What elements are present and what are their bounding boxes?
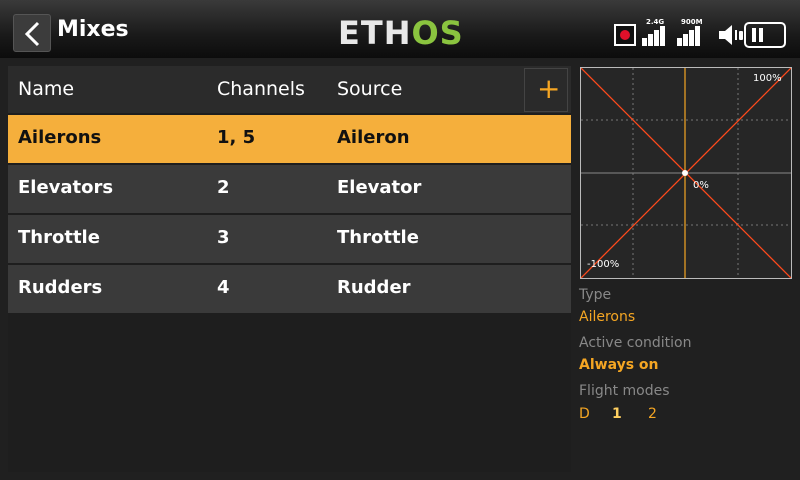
page-title: Mixes	[57, 17, 129, 42]
row-source: Aileron	[337, 127, 410, 148]
type-value: Ailerons	[579, 309, 636, 325]
ethos-logo: ETHOS	[338, 14, 464, 52]
row-source: Rudder	[337, 277, 411, 298]
flight-modes-label: Flight modes	[579, 383, 670, 399]
battery-icon	[739, 22, 786, 48]
signal-900m-label: 900M	[681, 18, 703, 26]
row-name: Throttle	[18, 227, 100, 248]
flight-mode-1: 1	[612, 406, 622, 422]
graph-min-label: -100%	[587, 259, 620, 270]
row-channels: 1, 5	[217, 127, 256, 148]
column-header-channels: Channels	[217, 78, 305, 100]
table-header: Name Channels Source +	[8, 66, 571, 113]
chevron-left-icon	[24, 21, 40, 47]
signal-2-4g-label: 2.4G	[646, 18, 665, 26]
row-source: Throttle	[337, 227, 419, 248]
record-icon[interactable]	[614, 24, 636, 46]
flight-mode-d: D	[579, 406, 590, 422]
signal-900m-icon: 900M	[677, 18, 707, 46]
plus-icon: +	[537, 72, 561, 105]
mix-curve-svg	[581, 68, 791, 278]
table-row-throttle[interactable]: Throttle 3 Throttle	[8, 215, 571, 263]
graph-center-label: 0%	[693, 180, 709, 191]
table-row-elevators[interactable]: Elevators 2 Elevator	[8, 165, 571, 213]
column-header-source: Source	[337, 78, 403, 100]
column-header-name: Name	[18, 78, 75, 100]
row-channels: 4	[217, 277, 230, 298]
row-channels: 2	[217, 177, 230, 198]
row-source: Elevator	[337, 177, 422, 198]
row-name: Rudders	[18, 277, 103, 298]
row-name: Ailerons	[18, 127, 102, 148]
top-bar: Mixes ETHOS 2.4G 900M	[0, 0, 800, 58]
active-condition-label: Active condition	[579, 335, 692, 351]
table-row-rudders[interactable]: Rudders 4 Rudder	[8, 265, 571, 313]
add-mix-button[interactable]: +	[524, 68, 568, 112]
signal-2-4g-icon: 2.4G	[642, 18, 672, 46]
table-row-ailerons[interactable]: Ailerons 1, 5 Aileron	[8, 115, 571, 163]
mix-curve-graph: 100% 0% -100%	[580, 67, 792, 279]
row-channels: 3	[217, 227, 230, 248]
back-button[interactable]	[13, 14, 51, 52]
logo-main-text: ETH	[338, 14, 412, 52]
graph-max-label: 100%	[753, 73, 782, 84]
row-name: Elevators	[18, 177, 114, 198]
active-condition-value: Always on	[579, 357, 659, 373]
type-label: Type	[579, 287, 612, 303]
flight-mode-2: 2	[648, 406, 657, 422]
mixes-table: Name Channels Source + Ailerons 1, 5 Ail…	[8, 66, 571, 472]
logo-accent-text: OS	[411, 14, 464, 52]
